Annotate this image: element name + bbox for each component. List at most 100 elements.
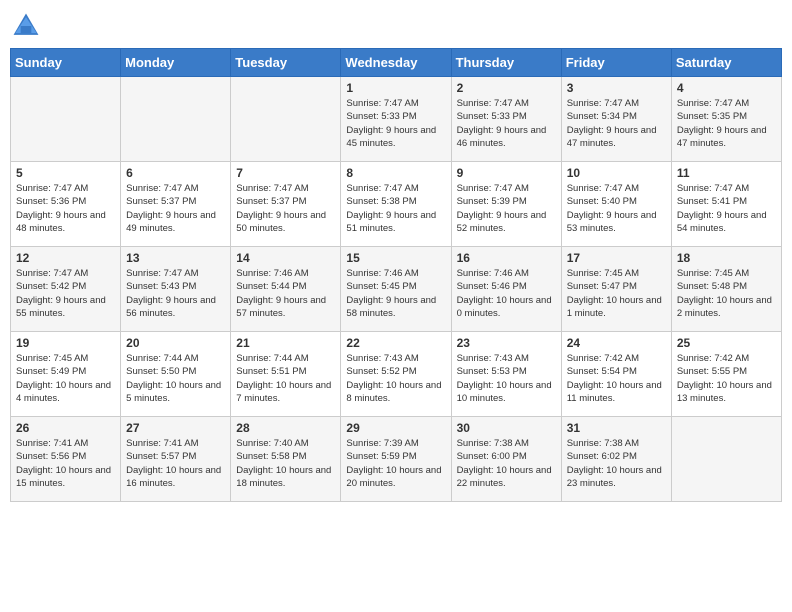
day-info: Sunrise: 7:39 AM Sunset: 5:59 PM Dayligh… xyxy=(346,437,445,490)
calendar-day-cell: 22 Sunrise: 7:43 AM Sunset: 5:52 PM Dayli… xyxy=(341,332,451,417)
day-info: Sunrise: 7:47 AM Sunset: 5:34 PM Dayligh… xyxy=(567,97,666,150)
calendar-day-cell: 26Sunrise: 7:41 AM Sunset: 5:56 PM Dayli… xyxy=(11,417,121,502)
day-info: Sunrise: 7:47 AM Sunset: 5:37 PM Dayligh… xyxy=(236,182,335,235)
day-info: Sunrise: 7:47 AM Sunset: 5:43 PM Dayligh… xyxy=(126,267,225,320)
calendar-day-cell: 13 Sunrise: 7:47 AM Sunset: 5:43 PM Dayli… xyxy=(121,247,231,332)
calendar-day-cell: 4 Sunrise: 7:47 AM Sunset: 5:35 PM Daylig… xyxy=(671,77,781,162)
days-of-week-row: SundayMondayTuesdayWednesdayThursdayFrid… xyxy=(11,49,782,77)
day-number: 22 xyxy=(346,336,445,350)
day-number: 2 xyxy=(457,81,556,95)
day-info: Sunrise: 7:47 AM Sunset: 5:39 PM Dayligh… xyxy=(457,182,556,235)
calendar-day-cell: 18Sunrise: 7:45 AM Sunset: 5:48 PM Dayli… xyxy=(671,247,781,332)
day-info: Sunrise: 7:38 AM Sunset: 6:02 PM Dayligh… xyxy=(567,437,666,490)
day-of-week-header: Monday xyxy=(121,49,231,77)
day-number: 8 xyxy=(346,166,445,180)
day-number: 29 xyxy=(346,421,445,435)
day-of-week-header: Wednesday xyxy=(341,49,451,77)
day-info: Sunrise: 7:46 AM Sunset: 5:44 PM Dayligh… xyxy=(236,267,335,320)
calendar-week-row: 5 Sunrise: 7:47 AM Sunset: 5:36 PM Daylig… xyxy=(11,162,782,247)
calendar-day-cell: 24Sunrise: 7:42 AM Sunset: 5:54 PM Dayli… xyxy=(561,332,671,417)
day-number: 24 xyxy=(567,336,666,350)
day-info: Sunrise: 7:42 AM Sunset: 5:55 PM Dayligh… xyxy=(677,352,776,405)
calendar-day-cell: 28 Sunrise: 7:40 AM Sunset: 5:58 PM Dayli… xyxy=(231,417,341,502)
calendar-day-cell xyxy=(121,77,231,162)
day-number: 3 xyxy=(567,81,666,95)
calendar-day-cell: 27 Sunrise: 7:41 AM Sunset: 5:57 PM Dayli… xyxy=(121,417,231,502)
calendar-day-cell: 15Sunrise: 7:46 AM Sunset: 5:45 PM Dayli… xyxy=(341,247,451,332)
day-info: Sunrise: 7:47 AM Sunset: 5:37 PM Dayligh… xyxy=(126,182,225,235)
day-number: 17 xyxy=(567,251,666,265)
day-number: 5 xyxy=(16,166,115,180)
day-number: 12 xyxy=(16,251,115,265)
day-info: Sunrise: 7:47 AM Sunset: 5:40 PM Dayligh… xyxy=(567,182,666,235)
day-info: Sunrise: 7:38 AM Sunset: 6:00 PM Dayligh… xyxy=(457,437,556,490)
calendar-day-cell: 16 Sunrise: 7:46 AM Sunset: 5:46 PM Dayli… xyxy=(451,247,561,332)
calendar-day-cell: 31Sunrise: 7:38 AM Sunset: 6:02 PM Dayli… xyxy=(561,417,671,502)
day-of-week-header: Sunday xyxy=(11,49,121,77)
calendar-day-cell: 23 Sunrise: 7:43 AM Sunset: 5:53 PM Dayli… xyxy=(451,332,561,417)
day-number: 21 xyxy=(236,336,335,350)
day-info: Sunrise: 7:43 AM Sunset: 5:53 PM Dayligh… xyxy=(457,352,556,405)
day-number: 18 xyxy=(677,251,776,265)
day-number: 15 xyxy=(346,251,445,265)
calendar-day-cell: 17 Sunrise: 7:45 AM Sunset: 5:47 PM Dayli… xyxy=(561,247,671,332)
day-number: 25 xyxy=(677,336,776,350)
calendar-day-cell: 1 Sunrise: 7:47 AM Sunset: 5:33 PM Daylig… xyxy=(341,77,451,162)
calendar-day-cell: 19 Sunrise: 7:45 AM Sunset: 5:49 PM Dayli… xyxy=(11,332,121,417)
day-number: 1 xyxy=(346,81,445,95)
calendar-table: SundayMondayTuesdayWednesdayThursdayFrid… xyxy=(10,48,782,502)
logo-icon xyxy=(10,10,42,42)
calendar-day-cell: 2 Sunrise: 7:47 AM Sunset: 5:33 PM Daylig… xyxy=(451,77,561,162)
calendar-day-cell: 21 Sunrise: 7:44 AM Sunset: 5:51 PM Dayli… xyxy=(231,332,341,417)
calendar-day-cell: 25 Sunrise: 7:42 AM Sunset: 5:55 PM Dayli… xyxy=(671,332,781,417)
calendar-day-cell: 12Sunrise: 7:47 AM Sunset: 5:42 PM Dayli… xyxy=(11,247,121,332)
day-number: 20 xyxy=(126,336,225,350)
day-number: 30 xyxy=(457,421,556,435)
day-info: Sunrise: 7:43 AM Sunset: 5:52 PM Dayligh… xyxy=(346,352,445,405)
calendar-day-cell: 29 Sunrise: 7:39 AM Sunset: 5:59 PM Dayli… xyxy=(341,417,451,502)
day-number: 27 xyxy=(126,421,225,435)
day-number: 16 xyxy=(457,251,556,265)
day-number: 19 xyxy=(16,336,115,350)
day-info: Sunrise: 7:44 AM Sunset: 5:50 PM Dayligh… xyxy=(126,352,225,405)
calendar-day-cell: 14 Sunrise: 7:46 AM Sunset: 5:44 PM Dayli… xyxy=(231,247,341,332)
calendar-day-cell xyxy=(671,417,781,502)
day-number: 4 xyxy=(677,81,776,95)
day-info: Sunrise: 7:46 AM Sunset: 5:46 PM Dayligh… xyxy=(457,267,556,320)
day-info: Sunrise: 7:47 AM Sunset: 5:41 PM Dayligh… xyxy=(677,182,776,235)
day-info: Sunrise: 7:44 AM Sunset: 5:51 PM Dayligh… xyxy=(236,352,335,405)
day-of-week-header: Tuesday xyxy=(231,49,341,77)
day-info: Sunrise: 7:47 AM Sunset: 5:35 PM Dayligh… xyxy=(677,97,776,150)
day-info: Sunrise: 7:40 AM Sunset: 5:58 PM Dayligh… xyxy=(236,437,335,490)
calendar-day-cell: 8 Sunrise: 7:47 AM Sunset: 5:38 PM Daylig… xyxy=(341,162,451,247)
calendar-day-cell: 5 Sunrise: 7:47 AM Sunset: 5:36 PM Daylig… xyxy=(11,162,121,247)
day-number: 14 xyxy=(236,251,335,265)
day-number: 23 xyxy=(457,336,556,350)
calendar-day-cell xyxy=(231,77,341,162)
day-number: 9 xyxy=(457,166,556,180)
day-info: Sunrise: 7:45 AM Sunset: 5:49 PM Dayligh… xyxy=(16,352,115,405)
calendar-header: SundayMondayTuesdayWednesdayThursdayFrid… xyxy=(11,49,782,77)
calendar-body: 1 Sunrise: 7:47 AM Sunset: 5:33 PM Daylig… xyxy=(11,77,782,502)
day-info: Sunrise: 7:47 AM Sunset: 5:33 PM Dayligh… xyxy=(457,97,556,150)
day-number: 11 xyxy=(677,166,776,180)
calendar-day-cell: 11 Sunrise: 7:47 AM Sunset: 5:41 PM Dayli… xyxy=(671,162,781,247)
calendar-week-row: 12Sunrise: 7:47 AM Sunset: 5:42 PM Dayli… xyxy=(11,247,782,332)
day-of-week-header: Saturday xyxy=(671,49,781,77)
day-info: Sunrise: 7:41 AM Sunset: 5:57 PM Dayligh… xyxy=(126,437,225,490)
day-info: Sunrise: 7:47 AM Sunset: 5:33 PM Dayligh… xyxy=(346,97,445,150)
calendar-week-row: 1 Sunrise: 7:47 AM Sunset: 5:33 PM Daylig… xyxy=(11,77,782,162)
calendar-week-row: 19 Sunrise: 7:45 AM Sunset: 5:49 PM Dayli… xyxy=(11,332,782,417)
calendar-day-cell: 10 Sunrise: 7:47 AM Sunset: 5:40 PM Dayli… xyxy=(561,162,671,247)
day-info: Sunrise: 7:47 AM Sunset: 5:36 PM Dayligh… xyxy=(16,182,115,235)
day-number: 26 xyxy=(16,421,115,435)
calendar-day-cell: 30 Sunrise: 7:38 AM Sunset: 6:00 PM Dayli… xyxy=(451,417,561,502)
day-of-week-header: Thursday xyxy=(451,49,561,77)
calendar-day-cell: 6Sunrise: 7:47 AM Sunset: 5:37 PM Daylig… xyxy=(121,162,231,247)
page-header xyxy=(10,10,782,42)
day-info: Sunrise: 7:47 AM Sunset: 5:38 PM Dayligh… xyxy=(346,182,445,235)
day-number: 13 xyxy=(126,251,225,265)
day-number: 10 xyxy=(567,166,666,180)
day-info: Sunrise: 7:45 AM Sunset: 5:47 PM Dayligh… xyxy=(567,267,666,320)
day-number: 28 xyxy=(236,421,335,435)
